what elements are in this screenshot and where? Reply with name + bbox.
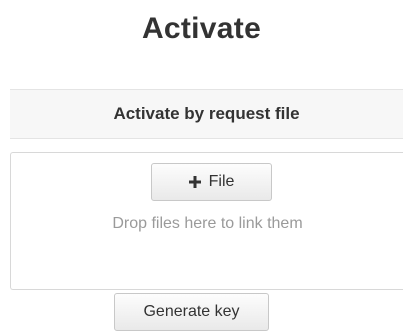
drop-hint-text: Drop files here to link them bbox=[112, 215, 303, 232]
section-header-request-file: Activate by request file bbox=[10, 89, 403, 139]
generate-key-button[interactable]: Generate key bbox=[114, 293, 269, 331]
file-dropzone[interactable]: File Drop files here to link them bbox=[10, 152, 403, 290]
add-file-button-label: File bbox=[208, 173, 235, 190]
plus-icon bbox=[188, 176, 201, 188]
add-file-button[interactable]: File bbox=[151, 163, 272, 201]
page-title: Activate bbox=[141, 12, 262, 45]
